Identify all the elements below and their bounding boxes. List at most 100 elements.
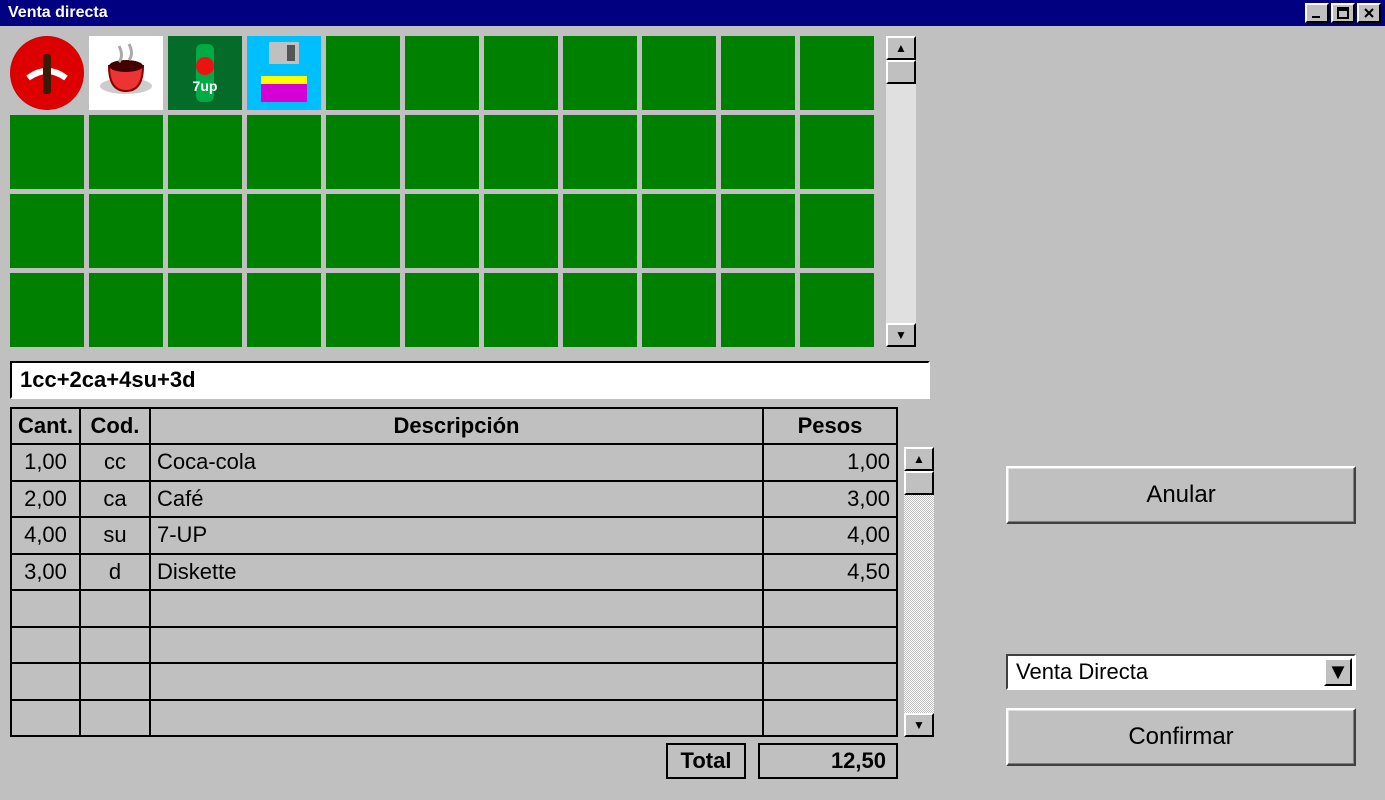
product-empty-slot[interactable] <box>247 273 321 347</box>
table-row-empty[interactable] <box>11 663 897 700</box>
confirmar-button[interactable]: Confirmar <box>1006 708 1356 766</box>
product-empty-slot[interactable] <box>168 194 242 268</box>
table-row-empty[interactable] <box>11 627 897 664</box>
product-grid: 7up <box>10 36 880 347</box>
cell-qty: 1,00 <box>11 444 80 481</box>
product-coke[interactable] <box>10 36 84 110</box>
product-empty-slot[interactable] <box>563 273 637 347</box>
product-sevenup[interactable]: 7up <box>168 36 242 110</box>
table-row-empty[interactable] <box>11 590 897 627</box>
header-desc: Descripción <box>150 408 763 444</box>
product-empty-slot[interactable] <box>721 194 795 268</box>
table-row-empty[interactable] <box>11 700 897 737</box>
total-value: 12,50 <box>758 743 898 779</box>
product-empty-slot[interactable] <box>642 194 716 268</box>
product-grid-area: 7up ▲ ▼ <box>10 36 930 347</box>
scroll-down-icon[interactable]: ▼ <box>904 713 934 737</box>
cell-desc: Café <box>150 481 763 518</box>
scroll-thumb[interactable] <box>886 60 916 84</box>
total-label: Total <box>666 743 746 779</box>
chevron-down-icon[interactable]: ▼ <box>1324 658 1352 686</box>
cell-price: 4,00 <box>763 517 897 554</box>
product-empty-slot[interactable] <box>405 115 479 189</box>
minimize-button[interactable] <box>1305 3 1329 23</box>
product-diskette[interactable] <box>247 36 321 110</box>
cell-qty: 4,00 <box>11 517 80 554</box>
product-empty-slot[interactable] <box>326 273 400 347</box>
product-empty-slot[interactable] <box>247 115 321 189</box>
header-qty: Cant. <box>11 408 80 444</box>
product-empty-slot[interactable] <box>721 115 795 189</box>
product-empty-slot[interactable] <box>405 273 479 347</box>
window-title: Venta directa <box>8 4 1305 22</box>
items-area: Cant. Cod. Descripción Pesos 1,00ccCoca-… <box>10 407 940 737</box>
product-empty-slot[interactable] <box>89 115 163 189</box>
scroll-thumb[interactable] <box>904 471 934 495</box>
cell-code: d <box>80 554 150 591</box>
scroll-down-icon[interactable]: ▼ <box>886 323 916 347</box>
product-empty-slot[interactable] <box>800 194 874 268</box>
command-input[interactable] <box>10 361 930 399</box>
product-empty-slot[interactable] <box>642 115 716 189</box>
cell-qty: 2,00 <box>11 481 80 518</box>
cell-price: 1,00 <box>763 444 897 481</box>
scroll-track[interactable] <box>886 60 916 323</box>
cell-price: 3,00 <box>763 481 897 518</box>
table-row[interactable]: 1,00ccCoca-cola1,00 <box>11 444 897 481</box>
product-empty-slot[interactable] <box>89 194 163 268</box>
header-price: Pesos <box>763 408 897 444</box>
product-empty-slot[interactable] <box>721 273 795 347</box>
table-row[interactable]: 4,00su7-UP4,00 <box>11 517 897 554</box>
product-coffee[interactable] <box>89 36 163 110</box>
scroll-up-icon[interactable]: ▲ <box>904 447 934 471</box>
product-empty-slot[interactable] <box>405 36 479 110</box>
table-header-row: Cant. Cod. Descripción Pesos <box>11 408 897 444</box>
cell-qty: 3,00 <box>11 554 80 591</box>
product-empty-slot[interactable] <box>484 273 558 347</box>
table-row[interactable]: 3,00dDiskette4,50 <box>11 554 897 591</box>
product-empty-slot[interactable] <box>168 115 242 189</box>
items-scrollbar[interactable]: ▲ ▼ <box>904 447 934 737</box>
product-empty-slot[interactable] <box>10 115 84 189</box>
product-empty-slot[interactable] <box>247 194 321 268</box>
cell-desc: 7-UP <box>150 517 763 554</box>
product-empty-slot[interactable] <box>563 115 637 189</box>
product-empty-slot[interactable] <box>89 273 163 347</box>
scroll-track[interactable] <box>904 471 934 713</box>
product-empty-slot[interactable] <box>326 36 400 110</box>
close-button[interactable] <box>1357 3 1381 23</box>
product-empty-slot[interactable] <box>800 115 874 189</box>
product-empty-slot[interactable] <box>563 194 637 268</box>
window-controls <box>1305 3 1381 23</box>
cell-code: su <box>80 517 150 554</box>
product-empty-slot[interactable] <box>563 36 637 110</box>
product-empty-slot[interactable] <box>10 273 84 347</box>
side-panel: Anular Venta Directa ▼ Confirmar <box>1006 466 1356 766</box>
product-empty-slot[interactable] <box>326 194 400 268</box>
product-scrollbar[interactable]: ▲ ▼ <box>886 36 916 347</box>
product-empty-slot[interactable] <box>484 36 558 110</box>
svg-text:7up: 7up <box>193 78 218 94</box>
sale-type-dropdown[interactable]: Venta Directa ▼ <box>1006 654 1356 690</box>
product-empty-slot[interactable] <box>405 194 479 268</box>
cell-price: 4,50 <box>763 554 897 591</box>
table-row[interactable]: 2,00caCafé3,00 <box>11 481 897 518</box>
cell-desc: Coca-cola <box>150 444 763 481</box>
cell-desc: Diskette <box>150 554 763 591</box>
sale-type-value: Venta Directa <box>1016 659 1324 685</box>
anular-button[interactable]: Anular <box>1006 466 1356 524</box>
product-empty-slot[interactable] <box>484 194 558 268</box>
product-empty-slot[interactable] <box>642 273 716 347</box>
product-empty-slot[interactable] <box>800 273 874 347</box>
product-empty-slot[interactable] <box>10 194 84 268</box>
product-empty-slot[interactable] <box>168 273 242 347</box>
product-empty-slot[interactable] <box>642 36 716 110</box>
product-empty-slot[interactable] <box>800 36 874 110</box>
items-table: Cant. Cod. Descripción Pesos 1,00ccCoca-… <box>10 407 898 737</box>
product-empty-slot[interactable] <box>326 115 400 189</box>
maximize-button[interactable] <box>1331 3 1355 23</box>
scroll-up-icon[interactable]: ▲ <box>886 36 916 60</box>
product-empty-slot[interactable] <box>484 115 558 189</box>
product-empty-slot[interactable] <box>721 36 795 110</box>
titlebar: Venta directa <box>0 0 1385 26</box>
